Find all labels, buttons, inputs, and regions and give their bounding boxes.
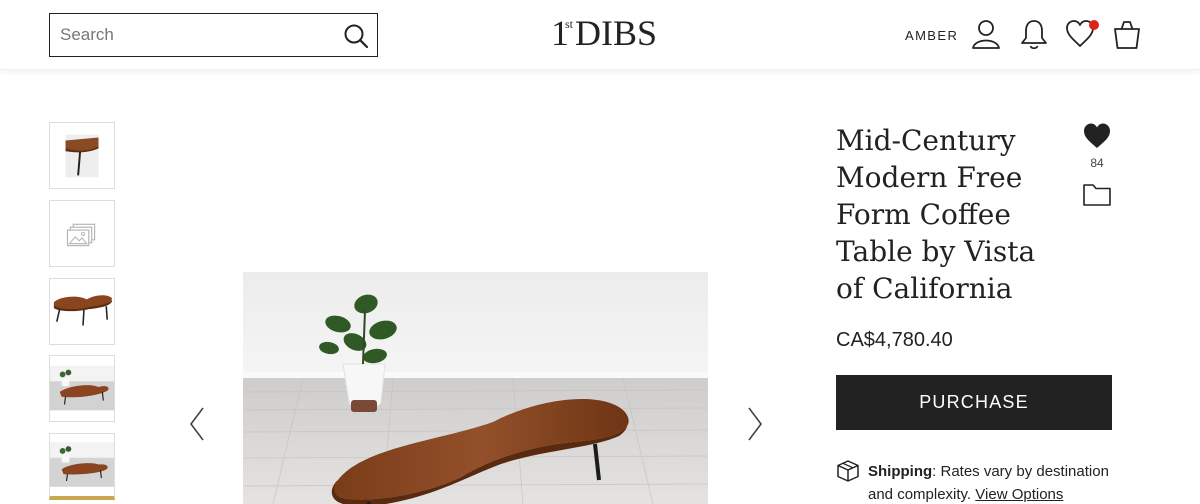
notification-dot [1089,20,1099,30]
shipping-box-icon [837,460,859,482]
table-closeup-image [50,123,114,188]
search-box [49,13,378,57]
chevron-right-icon[interactable] [744,404,766,444]
main-product-image[interactable] [243,272,708,504]
user-icon[interactable] [970,17,1002,51]
table-room-image [50,356,114,421]
thumbnail-2[interactable] [49,200,115,267]
table-side-image [50,279,114,344]
view-options-link[interactable]: View Options [975,486,1063,503]
search-icon[interactable] [343,23,369,49]
more-images-icon [50,201,114,266]
site-logo[interactable]: 1 st DIBS [551,14,657,54]
product-title: Mid-Century Modern Free Form Coffee Tabl… [836,124,1036,305]
table-room-alt-image [50,434,114,496]
thumbnail-3[interactable] [49,278,115,345]
shipping-label: Shipping [868,463,933,480]
bell-icon[interactable] [1018,17,1050,51]
favorite-count: 84 [1090,156,1104,170]
thumbnail-4[interactable] [49,355,115,422]
thumbnail-5[interactable] [49,433,115,500]
folder-icon[interactable] [1082,181,1112,207]
shopping-bag-icon[interactable] [1111,17,1143,51]
top-header: 1 st DIBS AMBER [0,0,1200,70]
thumbnail-1[interactable] [49,122,115,189]
coffee-table-photo [243,272,708,504]
shipping-info: Shipping: Rates vary by destination and … [868,460,1118,504]
product-price: CA$4,780.40 [836,329,953,351]
search-input[interactable] [60,14,330,56]
purchase-button[interactable]: PURCHASE [836,375,1112,430]
chevron-left-icon[interactable] [186,404,208,444]
heart-filled-icon[interactable] [1082,121,1112,151]
user-name-link[interactable]: AMBER [905,28,958,43]
